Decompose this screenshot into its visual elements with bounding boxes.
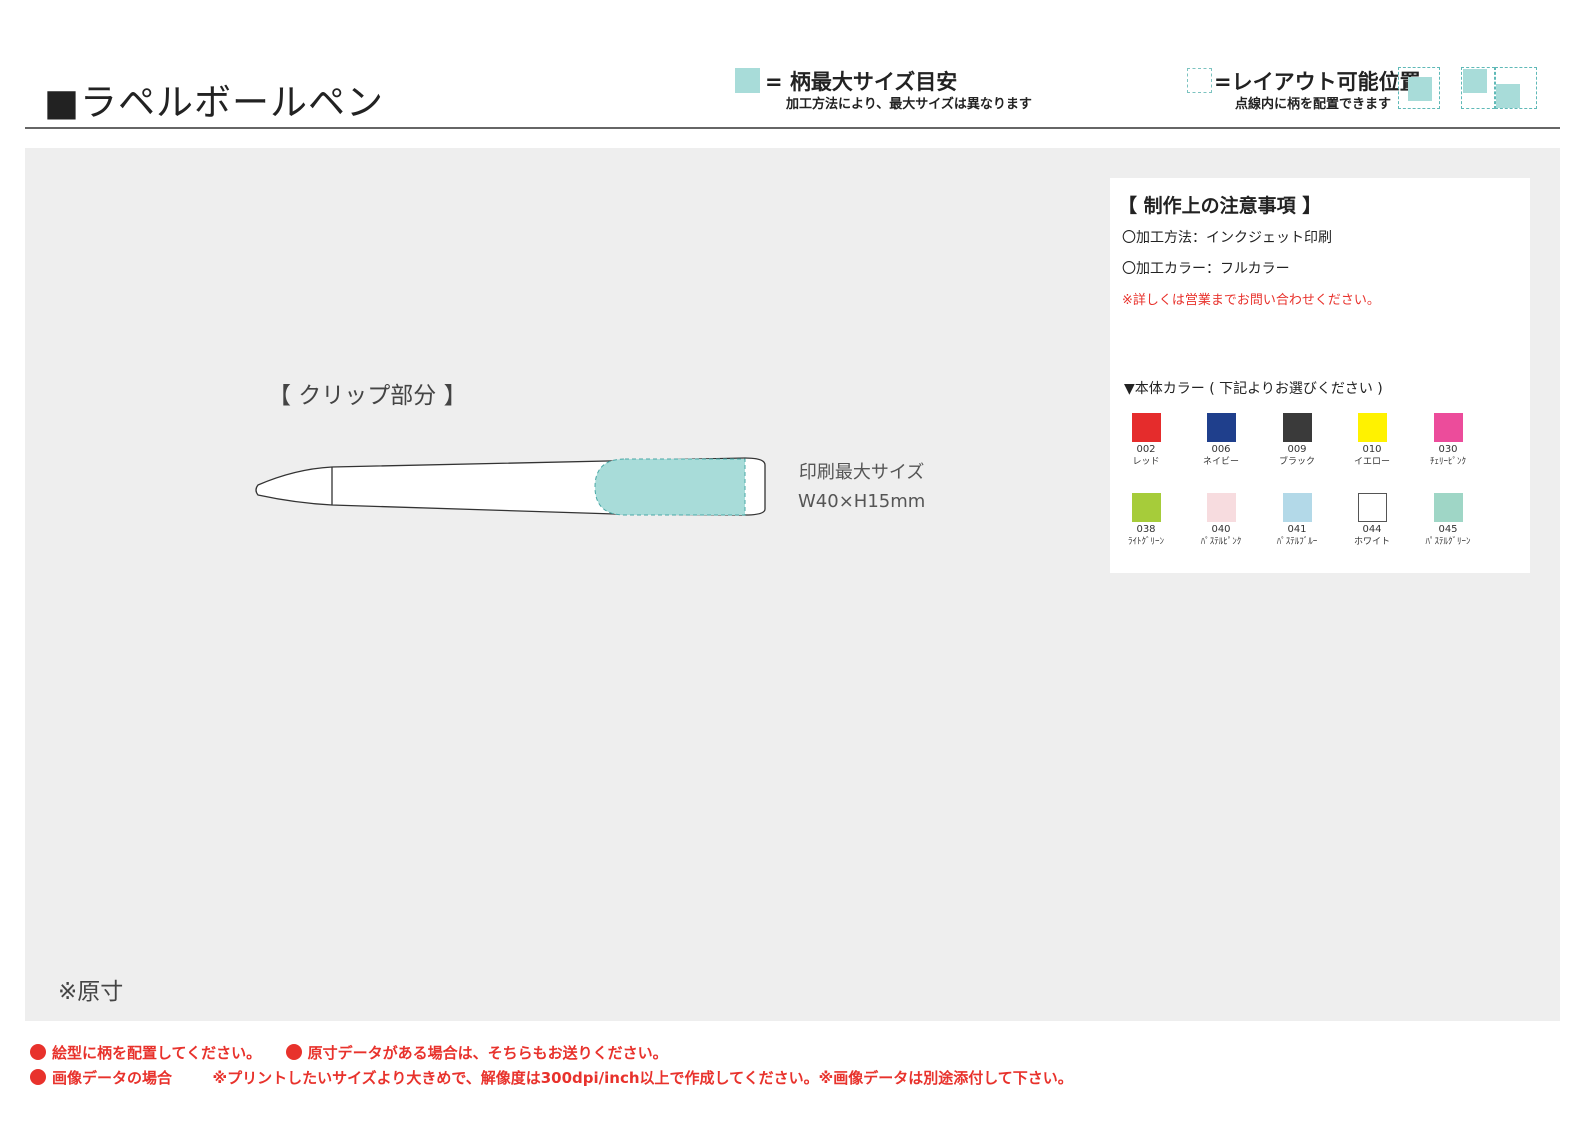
header-divider [25, 127, 1560, 129]
notes-method: 〇加工方法：インクジェット印刷 [1122, 230, 1332, 246]
color-code: 009 [1287, 444, 1307, 455]
color-swatch-item: 030 ﾁｪﾘｰﾋﾟﾝｸ [1416, 413, 1480, 468]
footer-image-data-note: ※プリントしたいサイズより大きめで、解像度は300dpi/inch以上で作成して… [212, 1069, 1073, 1087]
color-chip [1357, 413, 1387, 442]
max-size-legend-label: = 柄最大サイズ目安 [765, 70, 958, 94]
notes-color-mode: 〇加工カラー：フルカラー [1122, 261, 1290, 277]
body-colors-heading: ▼本体カラー ( 下記よりお選びください ) [1124, 381, 1383, 397]
color-swatch-item: 010 イエロー [1340, 413, 1404, 468]
print-size-value: W40×H15mm [798, 491, 926, 512]
color-chip [1433, 493, 1463, 522]
layout-legend-note: 点線内に柄を配置できます [1235, 97, 1392, 112]
max-print-area [594, 458, 746, 516]
color-code: 044 [1362, 524, 1382, 535]
clip-section-title: 【 クリップ部分 】 [268, 383, 467, 409]
color-name: イエロー [1354, 457, 1390, 467]
footer-image-data-label: 画像データの場合 [52, 1069, 173, 1087]
layout-example-bottom-left [1398, 67, 1440, 109]
color-chip [1131, 493, 1161, 522]
color-swatch-item: 006 ネイビー [1189, 413, 1253, 468]
color-swatch-item: 040 ﾊﾟｽﾃﾙﾋﾟﾝｸ [1189, 493, 1253, 548]
color-name: ﾊﾟｽﾃﾙﾌﾞﾙｰ [1276, 537, 1318, 547]
bullet-icon [30, 1044, 46, 1060]
bullet-icon [285, 1044, 302, 1060]
color-name: ﾊﾟｽﾃﾙｸﾞﾘｰﾝ [1425, 537, 1471, 547]
pen-clip-outline [255, 457, 766, 516]
print-size-note: 印刷最大サイズ W40×H15mm [798, 458, 925, 516]
notes-title: 【 制作上の注意事項 】 [1118, 195, 1322, 217]
color-name: ブラック [1278, 457, 1315, 467]
footer-original-data-note: 原寸データがある場合は、そちらもお送りください。 [307, 1044, 668, 1062]
production-notes-box: 【 制作上の注意事項 】 〇加工方法：インクジェット印刷 〇加工カラー：フルカラ… [1110, 178, 1530, 573]
max-size-legend-note: 加工方法により、最大サイズは異なります [786, 97, 1032, 112]
color-chip [1131, 413, 1161, 442]
color-swatch-item: 002 レッド [1114, 413, 1178, 468]
layout-dashed-swatch [1187, 68, 1212, 93]
color-name: ネイビー [1202, 457, 1239, 467]
color-name: ﾁｪﾘｰﾋﾟﾝｸ [1429, 457, 1466, 467]
color-chip [1282, 493, 1312, 522]
color-code: 006 [1211, 444, 1231, 455]
color-code: 040 [1211, 524, 1231, 535]
color-chip [1433, 413, 1463, 442]
color-chip [1282, 413, 1312, 442]
layout-example-top-left [1461, 67, 1495, 109]
color-code: 030 [1438, 444, 1458, 455]
layout-legend-label: =レイアウト可能位置 [1214, 70, 1421, 94]
color-code: 010 [1362, 444, 1382, 455]
color-code: 045 [1438, 524, 1458, 535]
footer-placement-note: 絵型に柄を配置してください。 [52, 1044, 262, 1062]
footer-line-2: 画像データの場合 ※プリントしたいサイズより大きめで、解像度は300dpi/in… [30, 1067, 1073, 1088]
color-chip [1206, 413, 1236, 442]
color-name: ﾊﾟｽﾃﾙﾋﾟﾝｸ [1200, 537, 1242, 547]
color-swatch-item: 045 ﾊﾟｽﾃﾙｸﾞﾘｰﾝ [1416, 493, 1480, 548]
original-size-note: ※原寸 [58, 979, 124, 1005]
color-swatch-item: 044 ホワイト [1340, 493, 1404, 548]
color-name: ﾗｲﾄｸﾞﾘｰﾝ [1127, 537, 1164, 547]
max-size-swatch [735, 68, 760, 93]
print-size-label: 印刷最大サイズ [798, 462, 925, 483]
color-swatch-item: 038 ﾗｲﾄｸﾞﾘｰﾝ [1114, 493, 1178, 548]
color-swatch-item: 009 ブラック [1265, 413, 1329, 468]
page-title: ■ラペルボールペン [44, 81, 384, 124]
layout-example-bottom-right [1495, 67, 1537, 109]
bullet-icon [30, 1069, 46, 1085]
color-code: 041 [1287, 524, 1307, 535]
color-name: ホワイト [1353, 537, 1390, 547]
color-chip [1357, 493, 1387, 522]
color-swatch-item: 041 ﾊﾟｽﾃﾙﾌﾞﾙｰ [1265, 493, 1329, 548]
footer-line-1: 絵型に柄を配置してください。 原寸データがある場合は、そちらもお送りください。 [30, 1042, 668, 1063]
color-name: レッド [1132, 457, 1160, 467]
color-chip [1206, 493, 1236, 522]
color-code: 038 [1136, 524, 1156, 535]
color-code: 002 [1136, 444, 1156, 455]
notes-warning: ※詳しくは営業までお問い合わせください。 [1122, 293, 1380, 308]
